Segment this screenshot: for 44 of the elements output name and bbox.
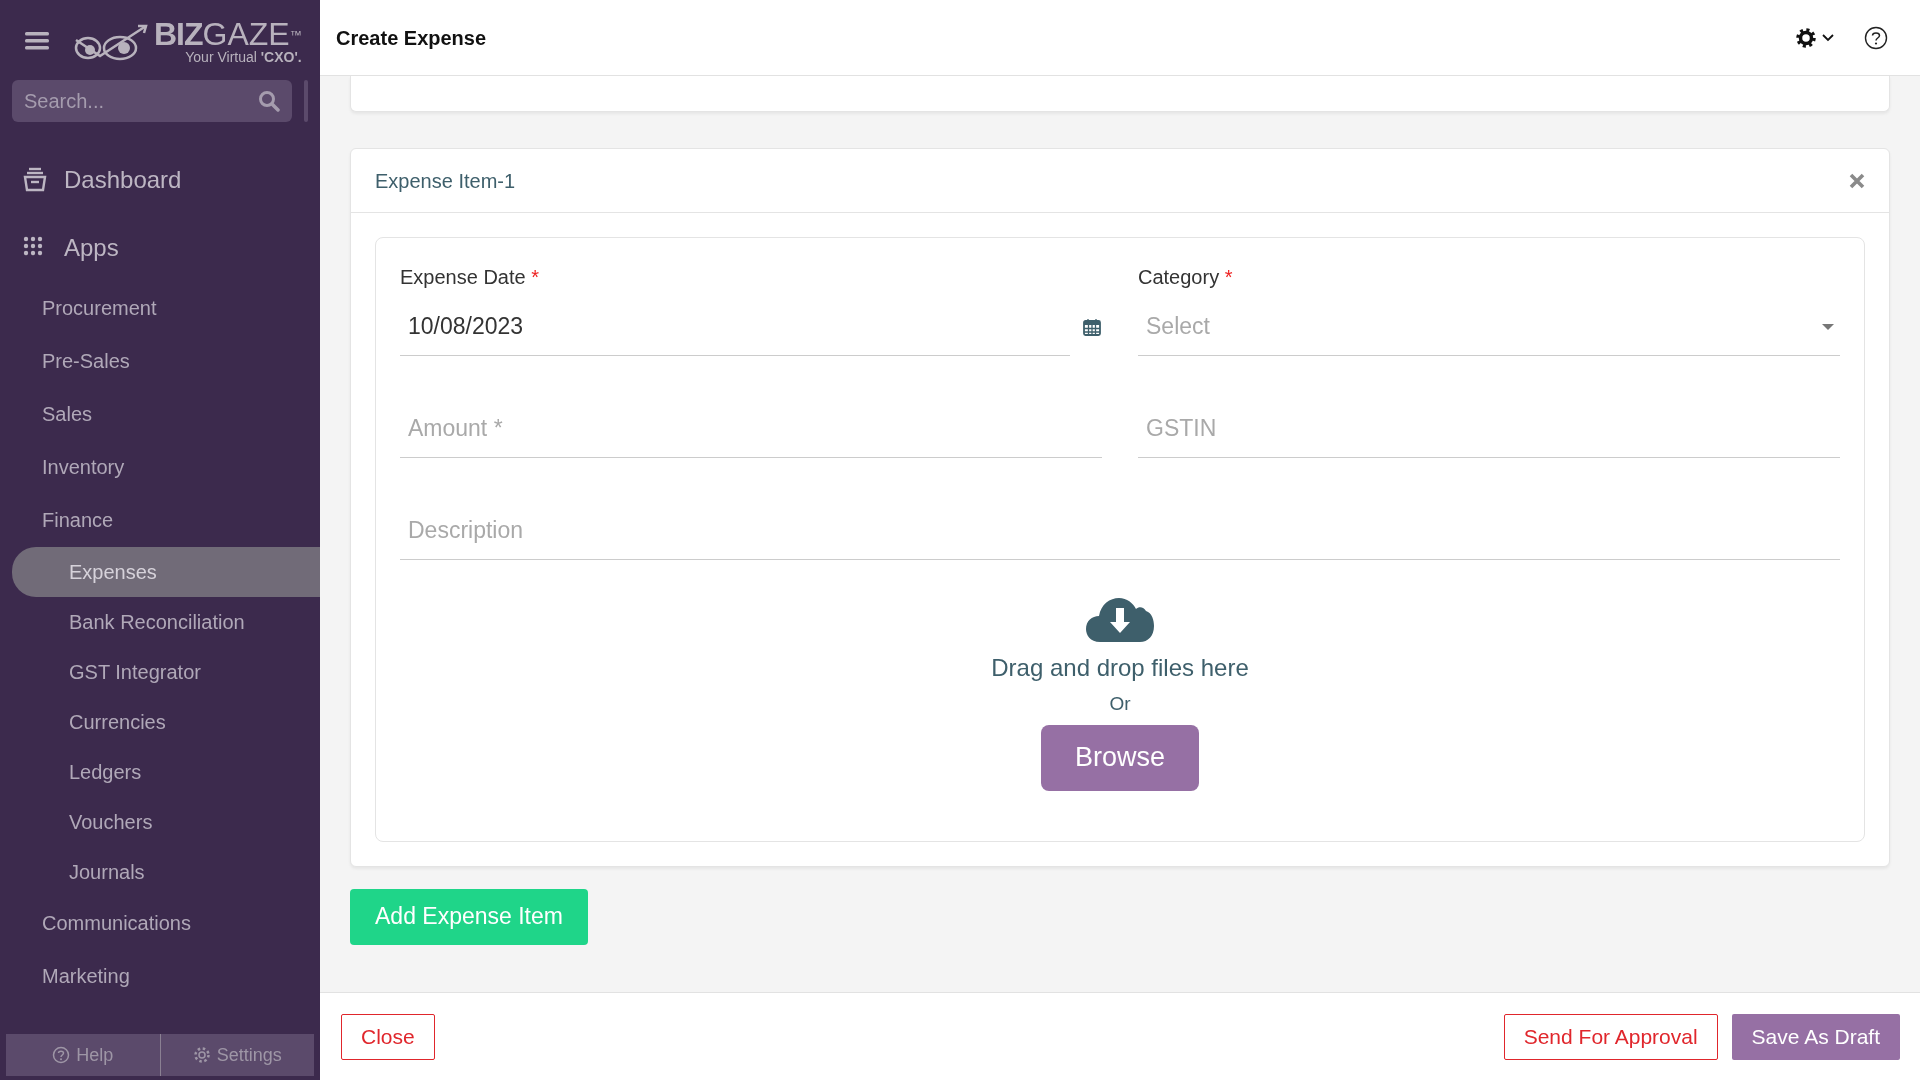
logo-text: BIZGAZE$^{™}$ Your Virtual 'CXO'. — [154, 18, 302, 64]
sidebar-item[interactable]: Communications — [0, 897, 320, 950]
sidebar-item[interactable]: Finance — [0, 494, 320, 547]
card-title: Expense Item-1 — [375, 168, 516, 194]
sidebar-subitem[interactable]: GST Integrator — [12, 647, 320, 697]
inbox-tray-icon — [22, 167, 48, 193]
sidebar-item[interactable]: Pre-Sales — [0, 335, 320, 388]
sidebar-item[interactable]: Dashboard — [0, 146, 320, 214]
help-icon — [52, 1046, 71, 1064]
search-icon — [258, 90, 280, 112]
save-as-draft-button[interactable]: Save As Draft — [1731, 1013, 1900, 1060]
input-field[interactable]: GSTIN — [1138, 400, 1840, 458]
gear-icon[interactable] — [1796, 27, 1816, 48]
sidebar-subitem[interactable]: Currencies — [12, 697, 320, 747]
menu-icon[interactable] — [24, 30, 50, 52]
browse-button[interactable]: Browse — [1041, 724, 1199, 791]
close-icon[interactable] — [1849, 172, 1865, 189]
calendar-icon[interactable] — [1082, 317, 1102, 337]
sidebar-item[interactable]: Inventory — [0, 441, 320, 494]
send-for-approval-button[interactable]: Send For Approval — [1503, 1013, 1718, 1060]
caret-icon[interactable] — [1822, 33, 1834, 42]
input-field[interactable]: Amount * — [400, 400, 1102, 458]
category-select[interactable]: Select — [1138, 298, 1840, 356]
search-field[interactable]: Search... — [12, 80, 292, 122]
page-title: Create Expense — [336, 25, 488, 51]
field-label: Expense Date * — [400, 265, 540, 290]
input-field[interactable]: Description — [400, 502, 1840, 560]
sidebar-item[interactable]: Procurement — [0, 282, 320, 335]
sidebar-item[interactable]: Marketing — [0, 950, 320, 1003]
sidebar-item[interactable]: Sales — [0, 388, 320, 441]
close-button[interactable]: Close — [341, 1013, 435, 1060]
sidebar-subitem[interactable]: Bank Reconciliation — [12, 597, 320, 647]
sidebar-subitem[interactable]: Journals — [12, 847, 320, 897]
field-label: Category * — [1138, 265, 1234, 290]
sidebar-subitem[interactable]: Expenses — [12, 547, 320, 597]
gear-icon — [192, 1046, 211, 1064]
date-field[interactable]: 10/08/2023 — [400, 298, 1070, 356]
help-icon[interactable] — [1864, 25, 1888, 50]
or-text: Or — [1109, 692, 1131, 716]
sidebar-item[interactable]: Apps — [0, 214, 320, 282]
collapsed-panel — [304, 80, 308, 122]
sidebar-subitem[interactable]: Ledgers — [12, 747, 320, 797]
upload-hint: Drag and drop files here — [991, 653, 1249, 683]
sidebar-subitem[interactable]: Vouchers — [12, 797, 320, 847]
